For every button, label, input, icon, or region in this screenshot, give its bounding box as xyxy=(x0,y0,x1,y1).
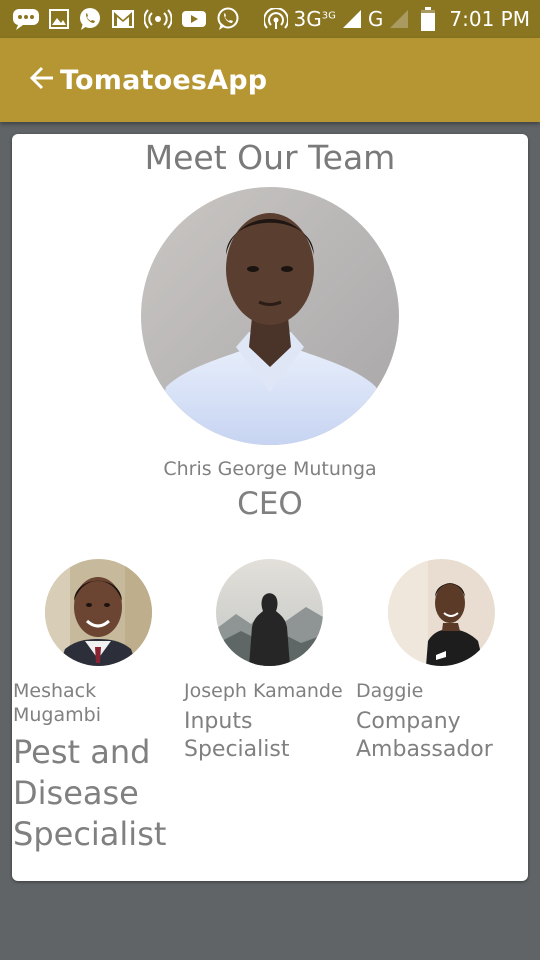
status-bar: 3G3G G 7:01 PM xyxy=(0,0,540,38)
broadcast-icon xyxy=(144,9,172,29)
ceo-role: CEO xyxy=(237,486,303,522)
app-bar: TomatoesApp xyxy=(0,38,540,122)
battery-icon xyxy=(421,7,436,31)
member-role: Pest and Disease Specialist xyxy=(13,733,167,853)
member-name: Joseph Kamande xyxy=(184,680,343,702)
member-name: Meshack Mugambi xyxy=(13,680,101,726)
app-title: TomatoesApp xyxy=(60,64,268,96)
chat-icon xyxy=(12,8,40,30)
clock: 7:01 PM xyxy=(449,7,530,31)
team-card: Meet Our Team Chris George Mutunga CEO M… xyxy=(12,134,528,881)
hotspot-icon xyxy=(263,8,288,30)
member-role: Company Ambassador xyxy=(356,709,493,762)
gmail-icon xyxy=(111,9,135,29)
ceo-photo xyxy=(141,187,399,445)
image-icon xyxy=(49,9,69,29)
ceo-name: Chris George Mutunga xyxy=(163,458,377,480)
network-type: 3G3G xyxy=(293,7,336,31)
member-photo-daggie xyxy=(388,559,495,666)
member-photo-joseph xyxy=(216,559,323,666)
member-name: Daggie xyxy=(356,680,424,702)
whatsapp-icon xyxy=(216,7,240,31)
whatsapp-icon xyxy=(78,7,102,31)
arrow-left-icon xyxy=(28,64,56,96)
signal-icon xyxy=(389,9,409,29)
member-photo-meshack xyxy=(45,559,152,666)
signal-icon xyxy=(342,9,362,29)
network-type-2: G xyxy=(367,7,384,31)
youtube-icon xyxy=(181,9,207,29)
page-title: Meet Our Team xyxy=(144,138,396,177)
member-role: Inputs Specialist xyxy=(184,709,290,762)
